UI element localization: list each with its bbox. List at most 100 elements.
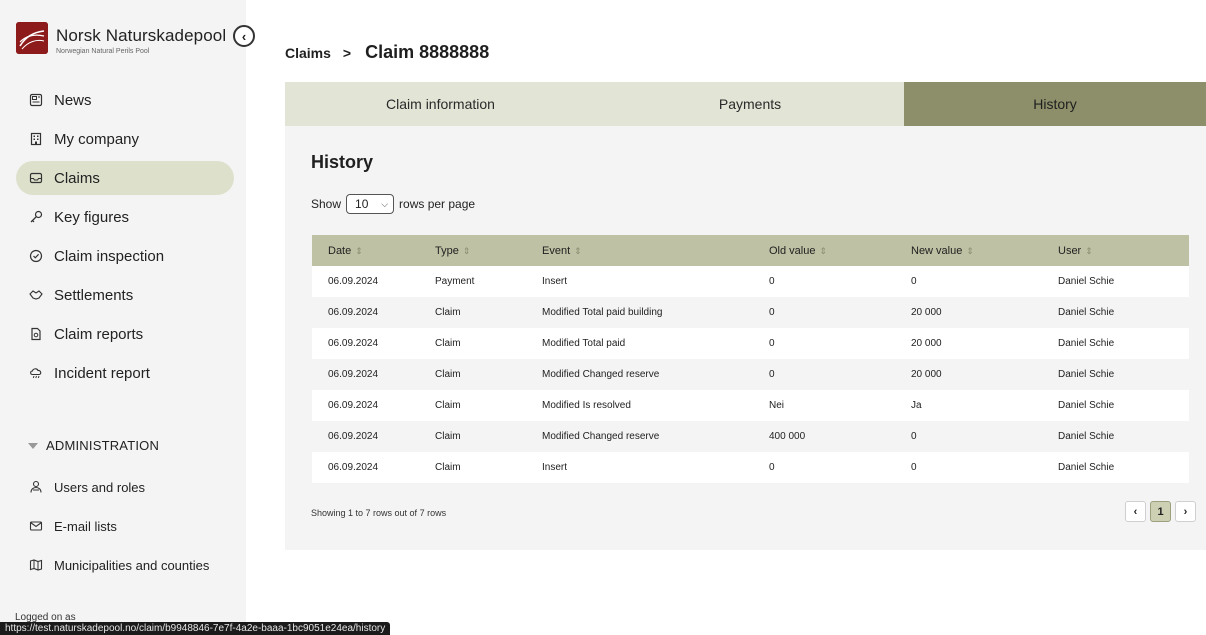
- column-header-user[interactable]: User ⇕: [1058, 245, 1189, 257]
- app-root: Norsk Naturskadepool Norwegian Natural P…: [0, 0, 1206, 635]
- cell-new-value: Ja: [911, 400, 922, 411]
- tab-payments[interactable]: Payments: [596, 82, 904, 126]
- collapse-sidebar-button[interactable]: ‹: [233, 25, 255, 47]
- cell-type: Claim: [435, 307, 461, 318]
- column-header-label: Old value: [769, 244, 816, 257]
- column-header-label: Type: [435, 244, 459, 257]
- sidebar-item-label: My company: [54, 130, 140, 148]
- breadcrumb: Claims > Claim 8888888: [285, 42, 489, 63]
- sidebar-item-incident-report[interactable]: Incident report: [16, 356, 234, 390]
- column-header-old-value[interactable]: Old value ⇕: [769, 245, 911, 257]
- breadcrumb-claims-link[interactable]: Claims: [285, 45, 331, 61]
- cell-date: 06.09.2024: [328, 307, 379, 318]
- brand[interactable]: Norsk Naturskadepool Norwegian Natural P…: [16, 22, 226, 55]
- sidebar-item-label: Incident report: [54, 364, 150, 382]
- building-icon: [28, 132, 44, 146]
- sort-icon: ⇕: [574, 245, 582, 256]
- key-icon: [28, 210, 44, 224]
- cell-user: Daniel Schie: [1058, 338, 1115, 349]
- cell-user: Daniel Schie: [1058, 431, 1115, 442]
- inbox-icon: [28, 171, 44, 185]
- cell-old-value: 0: [769, 307, 775, 318]
- sidebar-item-label: Key figures: [54, 208, 130, 226]
- tab-history[interactable]: History: [904, 82, 1206, 126]
- admin-section-toggle[interactable]: ADMINISTRATION: [28, 438, 159, 453]
- column-header-date[interactable]: Date ⇕: [312, 245, 435, 257]
- chevron-left-icon: ‹: [241, 28, 247, 44]
- status-bar-url: https://test.naturskadepool.no/claim/b99…: [0, 622, 391, 635]
- column-header-label: Event: [542, 244, 571, 257]
- sidebar-item-users-and-roles[interactable]: Users and roles: [16, 470, 234, 504]
- sidebar: Norsk Naturskadepool Norwegian Natural P…: [0, 0, 246, 635]
- newspaper-icon: [28, 93, 44, 107]
- chevron-left-icon: ‹: [1133, 505, 1138, 518]
- cell-old-value: 0: [769, 369, 775, 380]
- cell-date: 06.09.2024: [328, 431, 379, 442]
- handshake-icon: [28, 288, 44, 302]
- table-row: 06.09.2024 Payment Insert 0 0 Daniel Sch…: [312, 266, 1189, 297]
- sidebar-item-my-company[interactable]: My company: [16, 122, 234, 156]
- sidebar-item-label: Claim reports: [54, 325, 144, 343]
- sidebar-item-news[interactable]: News: [16, 83, 234, 117]
- brand-subtitle: Norwegian Natural Perils Pool: [56, 48, 150, 55]
- column-header-type[interactable]: Type ⇕: [435, 245, 542, 257]
- column-header-new-value[interactable]: New value ⇕: [911, 245, 1058, 257]
- cell-new-value: 0: [911, 276, 917, 287]
- table-row: 06.09.2024 Claim Modified Is resolved Ne…: [312, 390, 1189, 421]
- claim-tabs: Claim information Payments History: [285, 82, 1206, 126]
- rows-per-page-suffix: rows per page: [399, 197, 476, 211]
- cell-type: Payment: [435, 276, 475, 287]
- cell-new-value: 0: [911, 462, 917, 473]
- history-panel: History Show 10 ⌵ rows per page Date ⇕ Ty…: [285, 126, 1206, 550]
- sidebar-item-municipalities[interactable]: Municipalities and counties: [16, 548, 234, 582]
- sidebar-item-label: News: [54, 91, 92, 109]
- main-nav: News My company Claims Key figures Claim…: [16, 83, 234, 395]
- previous-page-button[interactable]: ‹: [1125, 501, 1146, 522]
- sidebar-item-label: E-mail lists: [54, 518, 117, 534]
- sidebar-item-label: Users and roles: [54, 479, 146, 495]
- sidebar-item-label: Settlements: [54, 286, 134, 304]
- cell-type: Claim: [435, 400, 461, 411]
- cell-old-value: Nei: [769, 400, 785, 411]
- sidebar-item-claim-inspection[interactable]: Claim inspection: [16, 239, 234, 273]
- chevron-right-icon: ›: [1183, 505, 1188, 518]
- cell-date: 06.09.2024: [328, 276, 379, 287]
- sort-icon: ⇕: [355, 245, 363, 256]
- rows-per-page-control: Show 10 ⌵ rows per page: [311, 194, 475, 214]
- cell-old-value: 0: [769, 462, 775, 473]
- sidebar-item-claim-reports[interactable]: Claim reports: [16, 317, 234, 351]
- rows-per-page-select[interactable]: 10 ⌵: [346, 194, 395, 214]
- chevron-down-icon: ⌵: [381, 198, 389, 209]
- page-title: Claim 8888888: [365, 42, 490, 62]
- cell-new-value: 0: [911, 431, 917, 442]
- cell-new-value: 20 000: [911, 307, 942, 318]
- table-row: 06.09.2024 Claim Modified Total paid bui…: [312, 297, 1189, 328]
- sidebar-item-email-lists[interactable]: E-mail lists: [16, 509, 234, 543]
- sidebar-item-label: Municipalities and counties: [54, 557, 210, 573]
- tab-claim-information[interactable]: Claim information: [285, 82, 596, 126]
- breadcrumb-separator: >: [342, 45, 352, 61]
- next-page-button[interactable]: ›: [1175, 501, 1196, 522]
- sort-icon: ⇕: [966, 245, 974, 256]
- table-row: 06.09.2024 Claim Insert 0 0 Daniel Schie: [312, 452, 1189, 483]
- users-icon: [28, 480, 44, 494]
- caret-down-icon: [28, 442, 38, 449]
- table-row: 06.09.2024 Claim Modified Changed reserv…: [312, 359, 1189, 390]
- cell-date: 06.09.2024: [328, 369, 379, 380]
- pagination: ‹ 1 ›: [1121, 501, 1196, 522]
- cell-event: Modified Changed reserve: [542, 369, 660, 380]
- brand-logo-icon: [16, 22, 48, 54]
- column-header-event[interactable]: Event ⇕: [542, 245, 769, 257]
- column-header-label: New value: [911, 244, 963, 257]
- cell-date: 06.09.2024: [328, 400, 379, 411]
- sidebar-item-key-figures[interactable]: Key figures: [16, 200, 234, 234]
- page-button-current[interactable]: 1: [1150, 501, 1171, 522]
- sidebar-item-claims[interactable]: Claims: [16, 161, 234, 195]
- history-table: Date ⇕ Type ⇕ Event ⇕ Old value ⇕ New value ⇕…: [312, 235, 1189, 483]
- column-header-label: Date: [328, 244, 352, 257]
- cell-event: Insert: [542, 276, 568, 287]
- cell-event: Modified Changed reserve: [542, 431, 660, 442]
- cell-date: 06.09.2024: [328, 462, 379, 473]
- cell-new-value: 20 000: [911, 369, 942, 380]
- sidebar-item-settlements[interactable]: Settlements: [16, 278, 234, 312]
